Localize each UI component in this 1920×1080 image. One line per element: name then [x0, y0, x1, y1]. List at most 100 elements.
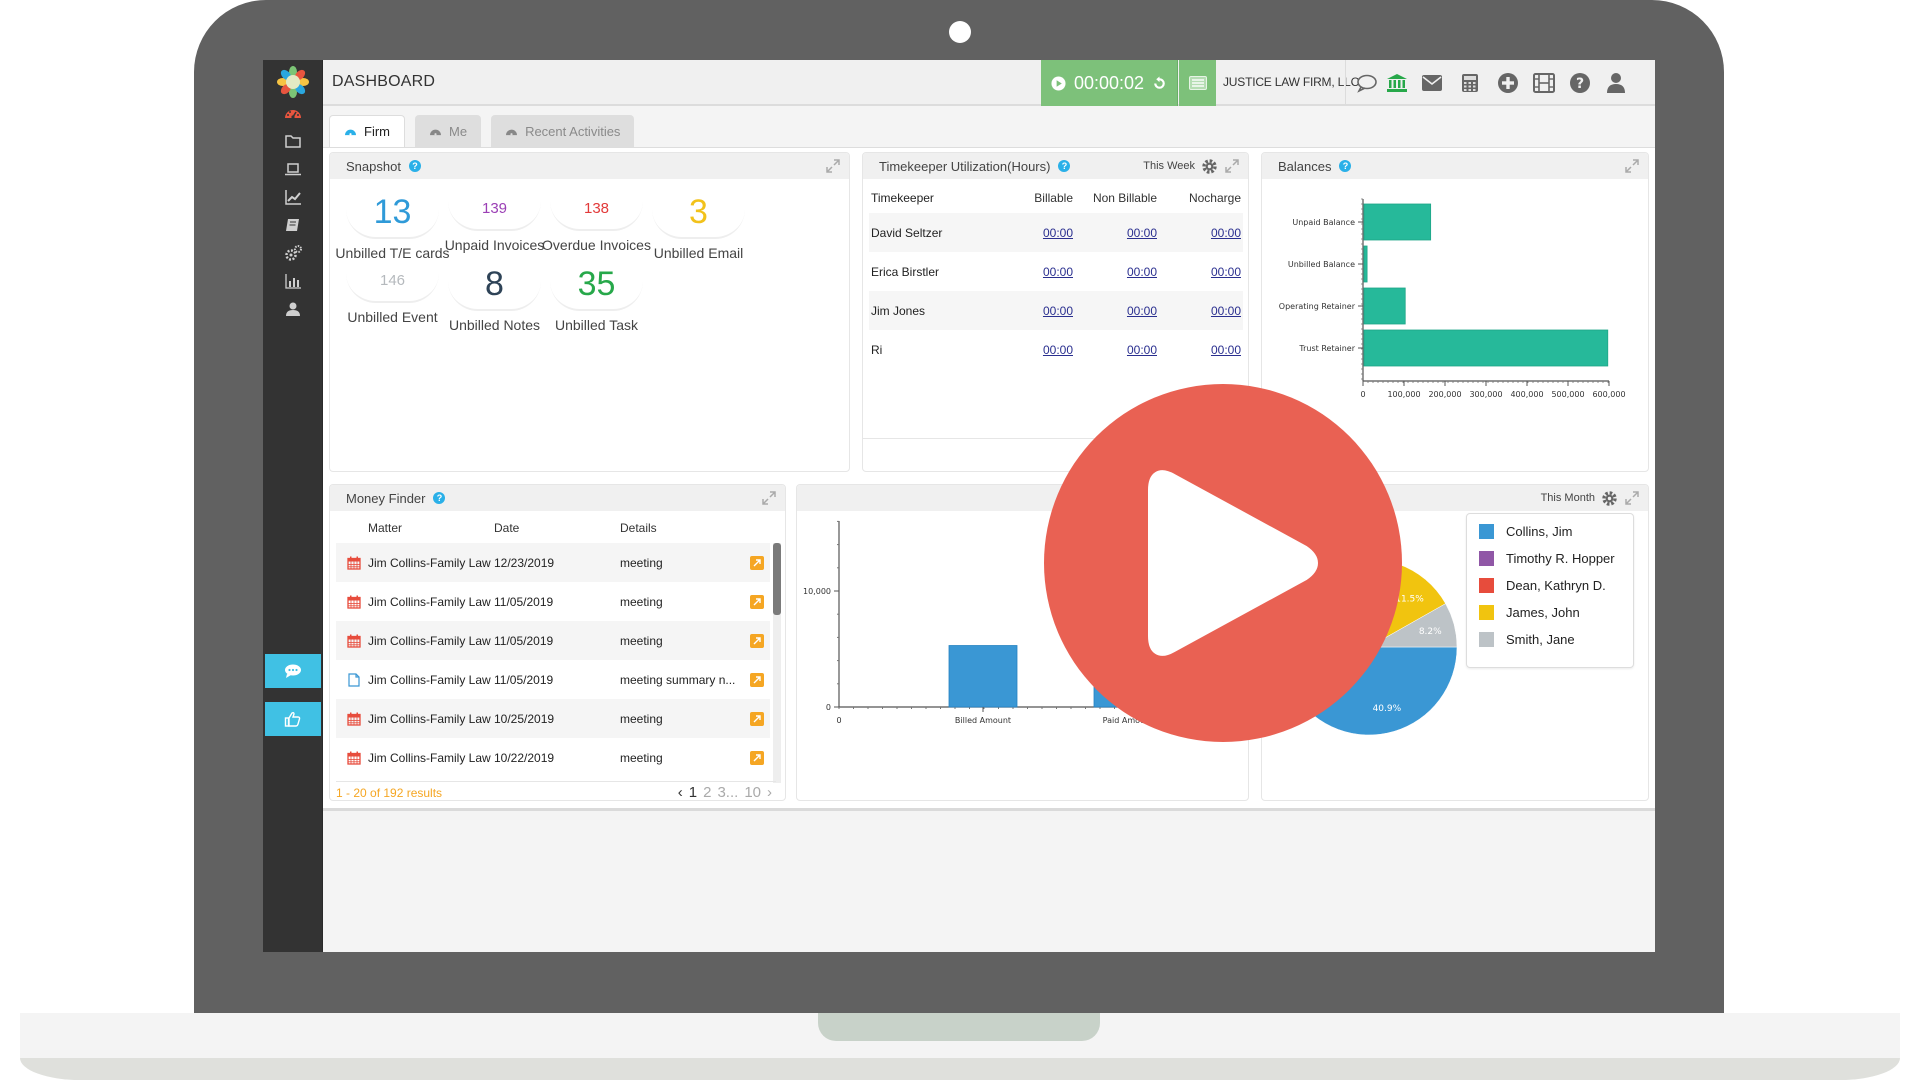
sidebar-item-time-entry[interactable]	[263, 156, 323, 182]
period-label[interactable]: This Month	[1541, 492, 1595, 504]
help-icon[interactable]: ?	[1058, 160, 1071, 172]
money-finder-panel: Money Finder ? Matter Date Details Jim C…	[329, 484, 786, 801]
expand-icon[interactable]	[825, 158, 841, 174]
sidebar-item-settings[interactable]	[263, 240, 323, 266]
tab-me[interactable]: Me	[415, 115, 482, 147]
trust-bank-button[interactable]	[1384, 70, 1410, 96]
video-play-button[interactable]	[1044, 384, 1402, 742]
help-icon[interactable]: ?	[433, 492, 446, 504]
table-row: Ri 00:00 00:00 00:00	[869, 330, 1243, 369]
table-row[interactable]: Jim Collins-Family Law 10/22/2019 meeting	[336, 738, 770, 777]
sidebar-item-accounting[interactable]	[263, 212, 323, 238]
table-row[interactable]: Jim Collins-Family Law 11/05/2019 meeting	[336, 621, 770, 660]
legend-item[interactable]: Collins, Jim	[1467, 518, 1633, 545]
calculator-button[interactable]	[1457, 70, 1483, 96]
expand-icon[interactable]	[1624, 490, 1640, 506]
table-row[interactable]: Jim Collins-Family Law 12/23/2019 meeting	[336, 543, 770, 582]
sidebar-item-contacts[interactable]	[263, 296, 323, 322]
scrollbar[interactable]	[773, 543, 781, 783]
user-profile-button[interactable]	[1603, 70, 1629, 96]
hours-link[interactable]: 00:00	[1043, 343, 1073, 357]
timer-widget[interactable]: 00:00:02	[1041, 60, 1178, 106]
matter-name: Jim Collins-Family Law	[368, 711, 491, 726]
hours-link[interactable]: 00:00	[1043, 226, 1073, 240]
open-entry-icon[interactable]	[750, 711, 764, 726]
reset-timer-icon[interactable]	[1152, 75, 1167, 91]
expand-icon[interactable]	[1224, 158, 1240, 174]
hours-link[interactable]: 00:00	[1127, 304, 1157, 318]
legend-label: Smith, Jane	[1506, 632, 1575, 647]
expand-icon[interactable]	[1624, 158, 1640, 174]
table-row[interactable]: Jim Collins-Family Law 11/05/2019 meeting	[336, 582, 770, 621]
help-icon[interactable]: ?	[1339, 160, 1352, 172]
bar-unbilled-balance[interactable]	[1363, 245, 1368, 283]
hours-link[interactable]: 00:00	[1211, 343, 1241, 357]
legend-item[interactable]: Timothy R. Hopper	[1467, 545, 1633, 572]
column-header-date: Date	[494, 521, 520, 535]
column-header: Timekeeper	[871, 191, 934, 205]
sidebar-item-matters[interactable]	[263, 128, 323, 154]
hours-link[interactable]: 00:00	[1211, 226, 1241, 240]
tab-recent-activities[interactable]: Recent Activities	[491, 115, 635, 147]
legend-item[interactable]: Smith, Jane	[1467, 626, 1633, 653]
firm-name[interactable]: JUSTICE LAW FIRM, LLC	[1223, 75, 1359, 89]
open-entry-icon[interactable]	[750, 594, 764, 609]
sidebar-item-dashboard[interactable]	[263, 100, 323, 126]
help-button[interactable]: ?	[1567, 70, 1593, 96]
prev-page-button[interactable]: ‹	[678, 784, 683, 800]
open-entry-icon[interactable]	[750, 633, 764, 648]
play-timer-icon[interactable]	[1051, 75, 1066, 91]
period-label[interactable]: This Week	[1143, 160, 1195, 172]
hours-link[interactable]: 00:00	[1127, 226, 1157, 240]
mail-button[interactable]	[1419, 70, 1445, 96]
add-button[interactable]	[1495, 70, 1521, 96]
snapshot-number: 35	[577, 264, 616, 303]
feedback-button[interactable]	[265, 702, 321, 736]
panel-title: Timekeeper Utilization(Hours)	[879, 158, 1051, 174]
bar-unpaid-balance[interactable]	[1363, 203, 1432, 241]
gear-icon[interactable]	[1201, 158, 1218, 175]
legend-item[interactable]: James, John	[1467, 599, 1633, 626]
hours-link[interactable]: 00:00	[1211, 265, 1241, 279]
page-button[interactable]: 10	[744, 784, 761, 800]
hours-link[interactable]: 00:00	[1043, 265, 1073, 279]
snapshot-item[interactable]: 3 Unbilled Email	[636, 187, 761, 261]
scrollbar-thumb[interactable]	[773, 543, 781, 615]
legend-item[interactable]: Dean, Kathryn D.	[1467, 572, 1633, 599]
table-row[interactable]: Jim Collins-Family Law 11/05/2019 meeting …	[336, 660, 770, 699]
sidebar-item-reports[interactable]	[263, 268, 323, 294]
help-icon[interactable]: ?	[408, 160, 421, 172]
table-row[interactable]: Jim Collins-Family Law 10/25/2019 meeting	[336, 699, 770, 738]
page-button[interactable]: 3	[717, 784, 725, 800]
bar-operating-retainer[interactable]	[1363, 287, 1406, 325]
open-entry-icon[interactable]	[750, 672, 764, 687]
page-button[interactable]: 2	[703, 784, 711, 800]
tab-firm[interactable]: Firm	[329, 115, 405, 147]
play-icon	[1148, 470, 1318, 656]
next-page-button[interactable]: ›	[767, 784, 772, 800]
sidebar-item-billing[interactable]	[263, 184, 323, 210]
app-logo[interactable]	[277, 66, 309, 98]
chat-header-button[interactable]	[1354, 70, 1380, 96]
open-entry-icon[interactable]	[750, 555, 764, 570]
y-tick-label: Unbilled Balance	[1288, 260, 1355, 269]
snapshot-item[interactable]: 35 Unbilled Task	[534, 259, 659, 333]
hours-link[interactable]: 00:00	[1127, 343, 1157, 357]
chat-button[interactable]	[265, 654, 321, 688]
matter-name: Jim Collins-Family Law	[368, 594, 491, 609]
calendar-icon	[340, 595, 368, 609]
expand-icon[interactable]	[761, 490, 777, 506]
hours-link[interactable]: 00:00	[1043, 304, 1073, 318]
bar-billed-amount[interactable]	[948, 645, 1018, 708]
bar-trust-retainer[interactable]	[1363, 329, 1609, 367]
dashboard-icon	[345, 129, 356, 136]
hours-link[interactable]: 00:00	[1211, 304, 1241, 318]
timekeeper-table: Timekeeper Billable Non Billable Nocharge Da…	[869, 183, 1243, 369]
hours-link[interactable]: 00:00	[1127, 265, 1157, 279]
video-button[interactable]	[1531, 70, 1557, 96]
timer-list-button[interactable]	[1179, 60, 1216, 106]
page-button[interactable]: 1	[689, 784, 697, 800]
y-tick-label: Trust Retainer	[1298, 344, 1355, 353]
open-entry-icon[interactable]	[750, 750, 764, 765]
gear-icon[interactable]	[1601, 490, 1618, 507]
